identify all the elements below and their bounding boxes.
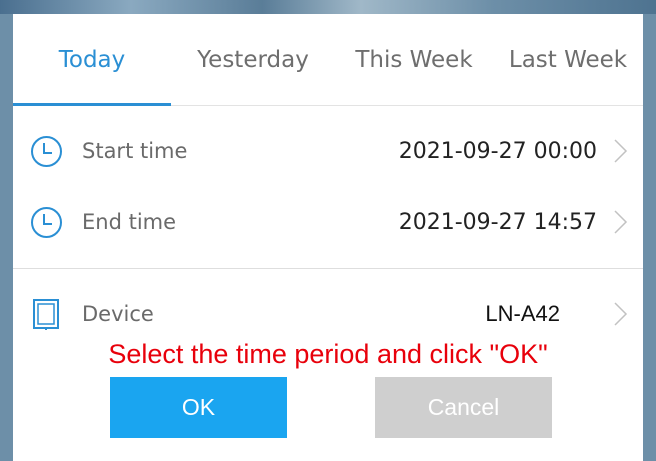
clock-icon <box>31 207 62 238</box>
period-tabs: Today Yesterday This Week Last Week <box>13 14 643 106</box>
start-time-row[interactable]: Start time 2021-09-27 00:00 <box>13 122 643 180</box>
start-time-label: Start time <box>82 139 188 163</box>
chevron-right-icon <box>614 139 628 163</box>
background-strip <box>0 0 656 14</box>
tablet-icon <box>33 299 59 330</box>
chevron-right-icon <box>614 210 628 234</box>
tab-yesterday[interactable]: Yesterday <box>171 14 335 105</box>
tab-this-week[interactable]: This Week <box>335 14 493 105</box>
start-time-value: 2021-09-27 00:00 <box>398 138 597 164</box>
ok-button[interactable]: OK <box>110 377 287 438</box>
chevron-right-icon <box>614 302 628 326</box>
time-period-dialog: Today Yesterday This Week Last Week Star… <box>13 14 643 461</box>
clock-icon <box>31 136 62 167</box>
end-time-value: 2021-09-27 14:57 <box>398 209 597 235</box>
end-time-row[interactable]: End time 2021-09-27 14:57 <box>13 193 643 251</box>
device-label: Device <box>82 302 154 326</box>
tab-today[interactable]: Today <box>13 14 171 106</box>
tab-last-week[interactable]: Last Week <box>493 14 643 105</box>
end-time-label: End time <box>82 210 177 234</box>
instruction-text: Select the time period and click "OK" <box>108 339 548 369</box>
section-divider <box>13 268 643 269</box>
device-row[interactable]: Device LN-A42 <box>13 285 643 343</box>
cancel-button[interactable]: Cancel <box>375 377 552 438</box>
device-value: LN-A42 <box>485 301 560 326</box>
